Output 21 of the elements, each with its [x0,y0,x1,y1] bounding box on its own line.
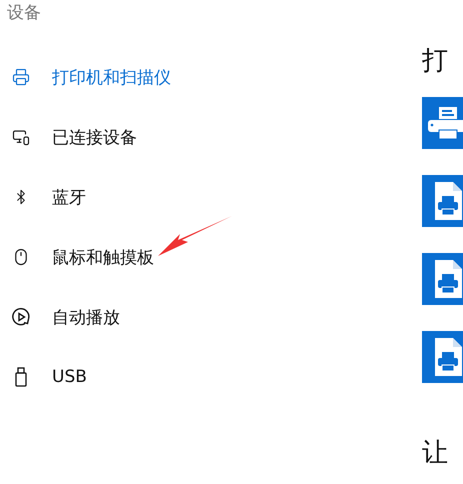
section-title: 设备 [6,2,42,24]
section-heading: 让 [422,437,449,470]
device-tile[interactable] [422,331,463,383]
sidebar-item[interactable]: 打印机和扫描仪 [0,47,422,107]
document-printer-icon [433,181,463,221]
sidebar-item[interactable]: 蓝牙 [0,167,422,227]
mouse-icon [12,248,30,266]
autoplay-icon [11,307,31,327]
sidebar-item[interactable]: 自动播放 [0,287,422,347]
document-printer-icon [433,259,463,299]
printer-icon [12,68,30,86]
usb-drive-icon [15,367,27,387]
sidebar-item[interactable]: 已连接设备 [0,107,422,167]
page-heading: 打 [422,45,449,78]
device-tile[interactable] [422,97,463,149]
device-tile[interactable] [422,175,463,227]
device-tile[interactable] [422,253,463,305]
sidebar-item[interactable]: 鼠标和触摸板 [0,227,422,287]
devices-icon [12,128,30,146]
document-printer-icon [433,337,463,377]
sidebar-item[interactable]: USB [0,347,422,407]
